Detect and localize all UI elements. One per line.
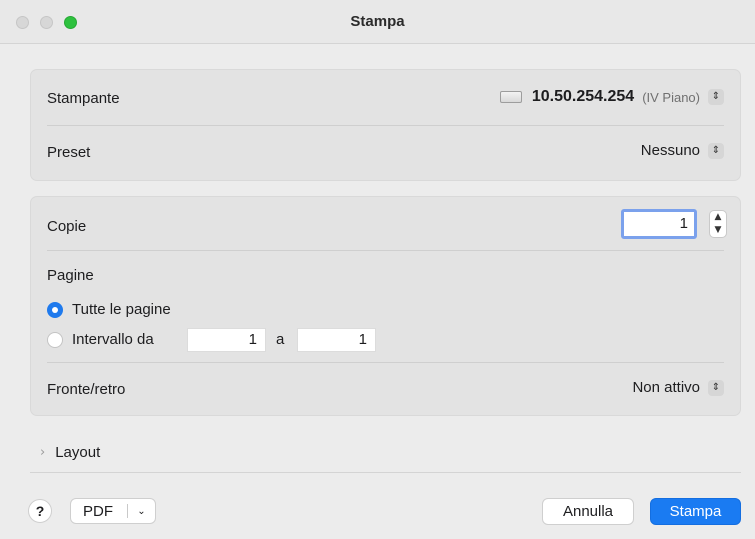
print-options-panel: Copie 1 ▲ ▼ Pagine Tutte le pagine Inter… bbox=[30, 196, 741, 416]
window-title: Stampa bbox=[350, 13, 405, 30]
pdf-menu-button[interactable]: PDF ⌄ bbox=[70, 498, 156, 524]
preset-select[interactable]: Nessuno ⇕ bbox=[641, 142, 724, 159]
copies-stepper[interactable]: ▲ ▼ bbox=[709, 210, 727, 238]
divider bbox=[47, 362, 724, 363]
divider bbox=[47, 250, 724, 251]
preset-label: Preset bbox=[47, 144, 91, 161]
stepper-up-icon[interactable]: ▲ bbox=[710, 211, 726, 224]
print-button[interactable]: Stampa bbox=[650, 498, 741, 525]
help-button[interactable]: ? bbox=[28, 499, 52, 523]
range-from-input[interactable]: 1 bbox=[187, 328, 266, 352]
printer-location: (IV Piano) bbox=[642, 89, 700, 105]
page-range-label: Intervallo da bbox=[72, 331, 154, 348]
printer-name: 10.50.254.254 bbox=[531, 88, 635, 105]
printer-icon bbox=[499, 91, 522, 103]
copies-label: Copie bbox=[47, 218, 87, 235]
cancel-button[interactable]: Annulla bbox=[542, 498, 634, 525]
range-to-label: a bbox=[276, 331, 285, 348]
printer-label: Stampante bbox=[47, 90, 120, 107]
preset-value: Nessuno bbox=[640, 142, 700, 159]
duplex-value: Non attivo bbox=[632, 379, 700, 396]
divider bbox=[47, 125, 724, 126]
chevron-down-icon[interactable]: ⌄ bbox=[128, 506, 155, 517]
copies-input[interactable]: 1 bbox=[621, 209, 697, 239]
all-pages-label: Tutte le pagine bbox=[72, 301, 171, 318]
printer-select[interactable]: 10.50.254.254 (IV Piano) ⇕ bbox=[499, 88, 724, 106]
pdf-label: PDF bbox=[83, 502, 113, 520]
title-bar: Stampa bbox=[0, 0, 755, 44]
chevron-right-icon: › bbox=[40, 445, 46, 460]
updown-chevron-icon: ⇕ bbox=[708, 142, 724, 159]
updown-chevron-icon: ⇕ bbox=[708, 379, 724, 396]
range-to-input[interactable]: 1 bbox=[297, 328, 376, 352]
footer-divider bbox=[30, 472, 741, 473]
all-pages-radio[interactable] bbox=[47, 302, 63, 318]
duplex-label: Fronte/retro bbox=[47, 381, 126, 398]
printer-settings-panel: Stampante 10.50.254.254 (IV Piano) ⇕ Pre… bbox=[30, 69, 741, 181]
pages-label: Pagine bbox=[47, 267, 94, 284]
stepper-down-icon[interactable]: ▼ bbox=[710, 224, 726, 237]
page-range-radio[interactable] bbox=[47, 332, 63, 348]
duplex-select[interactable]: Non attivo ⇕ bbox=[632, 379, 724, 396]
layout-label: Layout bbox=[55, 444, 101, 461]
updown-chevron-icon: ⇕ bbox=[708, 89, 724, 105]
layout-disclosure[interactable]: › Layout bbox=[40, 444, 100, 461]
